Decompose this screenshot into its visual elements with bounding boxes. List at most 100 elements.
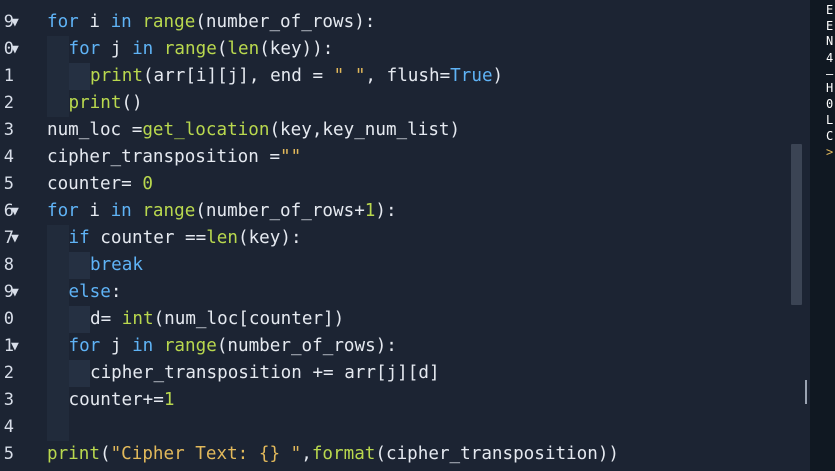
code-token: range <box>163 39 217 59</box>
code-line[interactable]: break <box>90 252 143 279</box>
code-line[interactable]: else: <box>69 279 122 306</box>
indent-guide-block <box>47 279 69 306</box>
indent-guide-block <box>47 414 69 441</box>
code-token: (key)): <box>259 39 334 59</box>
code-token: 0 <box>142 174 153 194</box>
indent-guide-block <box>68 252 90 279</box>
code-line[interactable]: print() <box>69 90 143 117</box>
indent-guide-block <box>47 36 69 63</box>
indent-guide-block <box>47 360 69 387</box>
scroll-position-marker <box>805 380 807 404</box>
line-number: 8 <box>3 255 14 275</box>
code-line[interactable]: counter+=1 <box>69 387 175 414</box>
code-token: , <box>301 444 312 464</box>
code-token: range <box>142 201 196 221</box>
console-output-line: — <box>826 67 834 81</box>
indent-guide-block <box>47 90 69 117</box>
code-token: in <box>110 201 132 221</box>
console-output-line: 0 <box>826 97 834 111</box>
code-token: (number_of_rows+ <box>195 201 365 221</box>
code-token: " " <box>333 66 366 86</box>
code-line[interactable]: for i in range(number_of_rows): <box>47 9 375 36</box>
code-token: for <box>68 336 101 356</box>
code-line[interactable]: for j in range(len(key)): <box>69 36 334 63</box>
code-line[interactable]: cipher_transposition ="" <box>47 144 301 171</box>
code-token: cipher_transposition += arr[j][d] <box>90 363 440 383</box>
indent-guide-block <box>68 306 90 333</box>
indent-guide-block <box>47 225 69 252</box>
code-token: 1 <box>163 390 175 410</box>
code-token: ( <box>99 444 111 464</box>
code-token: i <box>78 12 111 32</box>
indent-guide-block <box>47 333 69 360</box>
code-line[interactable]: print("Cipher Text: {} ",format(cipher_t… <box>47 441 619 468</box>
code-token: for <box>68 39 101 59</box>
fold-toggle-icon[interactable]: ▼ <box>11 225 23 252</box>
code-line[interactable]: d= int(num_loc[counter]) <box>90 306 344 333</box>
code-token: "" <box>280 147 302 167</box>
console-output-line: > <box>826 145 834 159</box>
code-token: d= <box>90 309 122 329</box>
code-line[interactable]: for j in range(number_of_rows): <box>69 333 397 360</box>
code-editor[interactable]: 9 ▼ 0 ▼ 1 2 3 4 5 6 ▼ 7 ▼ 8 9 ▼ 0 1 ▼ 2 3 4 5 for i in range(n… <box>0 0 803 471</box>
fold-toggle-icon[interactable]: ▼ <box>11 279 23 306</box>
code-token: break <box>90 255 143 275</box>
code-line[interactable]: for i in range(number_of_rows+1): <box>47 198 397 225</box>
fold-toggle-icon[interactable]: ▼ <box>11 198 23 225</box>
output-console-panel[interactable]: E E N 4— H 0 L C > <box>810 0 835 471</box>
scrollbar-thumb[interactable] <box>791 144 802 305</box>
indent-guide-block <box>47 252 69 279</box>
code-line[interactable]: print(arr[i][j], end = " ", flush=True) <box>90 63 503 90</box>
line-number: 1 <box>3 66 14 86</box>
fold-toggle-icon[interactable]: ▼ <box>11 9 23 36</box>
code-token: (number_of_rows): <box>216 336 397 356</box>
code-line[interactable]: num_loc =get_location(key,key_num_list) <box>47 117 460 144</box>
code-token: i <box>78 201 111 221</box>
code-line[interactable]: counter= 0 <box>47 171 153 198</box>
code-token: else <box>68 282 111 302</box>
code-token: () <box>121 93 143 113</box>
fold-toggle-icon[interactable]: ▼ <box>11 36 23 63</box>
console-output-line: E <box>826 3 834 17</box>
code-token: in <box>132 336 154 356</box>
console-output-line: N <box>826 34 834 48</box>
indent-guide-block <box>47 63 69 90</box>
line-number: 2 <box>3 93 14 113</box>
console-output-line: 4 <box>826 51 834 65</box>
code-line[interactable]: if counter ==len(key): <box>69 225 302 252</box>
code-token: 1 <box>364 201 376 221</box>
line-number: 4 <box>3 147 14 167</box>
code-line[interactable]: cipher_transposition += arr[j][d] <box>90 360 440 387</box>
code-token: range <box>163 336 217 356</box>
console-output-line: E <box>826 19 834 33</box>
code-token: , flush= <box>365 66 451 86</box>
code-token: j <box>100 39 133 59</box>
fold-toggle-icon[interactable]: ▼ <box>11 333 23 360</box>
code-token: counter= <box>47 174 143 194</box>
code-token: counter+= <box>68 390 164 410</box>
code-token: print <box>47 444 100 464</box>
code-token: (key,key_num_list) <box>269 120 461 140</box>
line-number: 2 <box>3 363 14 383</box>
code-token: (cipher_transposition)) <box>375 444 620 464</box>
code-token: ( <box>216 39 228 59</box>
code-token: (num_loc[counter]) <box>153 309 345 329</box>
line-number: 0 <box>3 309 14 329</box>
indent-guide-block <box>68 63 90 90</box>
code-token: in <box>132 39 154 59</box>
line-number: 5 <box>3 174 14 194</box>
code-token: counter == <box>89 228 207 248</box>
console-output-line: C <box>826 129 834 143</box>
code-token: True <box>450 66 493 86</box>
console-output-line: H <box>826 81 834 95</box>
line-number: 3 <box>3 390 14 410</box>
line-number-gutter: 9 ▼ 0 ▼ 1 2 3 4 5 6 ▼ 7 ▼ 8 9 ▼ 0 1 ▼ 2 3 4 5 <box>0 0 36 471</box>
line-number: 3 <box>3 120 14 140</box>
code-token: if <box>68 228 90 248</box>
code-token: j <box>100 336 133 356</box>
code-token: for <box>47 201 79 221</box>
